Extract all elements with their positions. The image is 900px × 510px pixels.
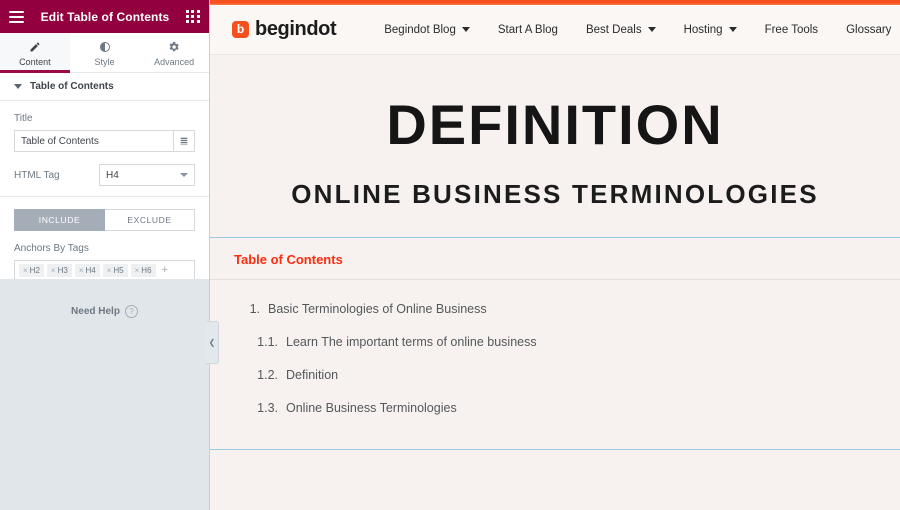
nav-label: Best Deals (585, 23, 642, 36)
anchor-tag: × H2 (19, 264, 44, 277)
html-tag-select[interactable]: H4 (99, 164, 195, 186)
database-icon[interactable] (173, 130, 195, 152)
panel-tabs: Content Style Advanced (0, 33, 209, 73)
need-help-label: Need Help (71, 305, 120, 317)
tab-advanced-label: Advanced (154, 56, 195, 67)
toc-item[interactable]: 1.3. Online Business Terminologies (234, 401, 876, 415)
close-icon[interactable]: × (51, 266, 56, 275)
chevron-down-icon (728, 27, 737, 32)
section-table-of-contents[interactable]: Table of Contents (0, 73, 209, 101)
tab-advanced[interactable]: Advanced (139, 33, 209, 72)
nav-item-start-a-blog[interactable]: Start A Blog (498, 24, 558, 36)
tab-style-label: Style (94, 56, 115, 67)
toc-item-number: 1.3. (257, 401, 278, 415)
chevron-down-icon (14, 84, 22, 89)
tab-style[interactable]: Style (70, 33, 140, 72)
nav-label: Glossary (846, 23, 892, 36)
elementor-editor-screen: Edit Table of Contents Content Style Adv… (0, 0, 900, 510)
exclude-button[interactable]: EXCLUDE (105, 209, 195, 231)
nav-label: Free Tools (764, 23, 819, 36)
section-title: Table of Contents (30, 81, 114, 92)
control-group-anchors: INCLUDE EXCLUDE Anchors By Tags × H2 × H3 … (0, 197, 209, 279)
table-of-contents-widget[interactable]: Table of Contents 1. Basic Terminologies… (210, 237, 900, 450)
need-help-button[interactable]: Need Help ? (71, 304, 138, 318)
question-circle-icon[interactable]: ? (124, 304, 138, 318)
anchor-tags-box[interactable]: × H2 × H3 × H4 × H5 × H6 + (14, 260, 195, 279)
close-icon[interactable]: × (107, 266, 112, 275)
apps-grid-icon[interactable] (186, 10, 200, 23)
chevron-down-icon (180, 173, 188, 177)
panel-body: Table of Contents Title HTML Tag H4 (0, 73, 209, 279)
hero-section: DEFINITION ONLINE BUSINESS TERMINOLOGIES (210, 55, 900, 237)
toc-item-label[interactable]: Online Business Terminologies (286, 401, 457, 415)
chevron-down-icon (461, 27, 470, 32)
begindot-logo-icon: b (232, 21, 249, 38)
close-icon[interactable]: × (23, 266, 28, 275)
toc-item-number: 1.1. (257, 335, 278, 349)
html-tag-value: H4 (106, 169, 119, 181)
toc-item[interactable]: 1.2. Definition (234, 368, 876, 382)
title-label: Title (14, 113, 33, 124)
control-group-title: Title HTML Tag H4 (0, 101, 209, 197)
nav-item-free-tools[interactable]: Free Tools (765, 24, 818, 36)
chevron-down-icon (647, 27, 656, 32)
include-exclude-toggle: INCLUDE EXCLUDE (14, 209, 195, 231)
chevron-left-icon: ❮ (208, 337, 216, 347)
anchors-by-tags-label: Anchors By Tags (14, 243, 89, 254)
panel-collapse-handle[interactable]: ❮ (206, 321, 219, 364)
site-header: b begindot Begindot Blog Start A Blog Be… (210, 5, 900, 55)
add-tag-button[interactable]: + (159, 265, 171, 276)
html-tag-label: HTML Tag (14, 169, 60, 181)
gear-icon (168, 41, 180, 54)
toc-item-number: 1.2. (257, 368, 278, 382)
toc-item-label[interactable]: Learn The important terms of online busi… (286, 335, 537, 349)
toc-item[interactable]: 1. Basic Terminologies of Online Busines… (234, 302, 876, 316)
anchor-tag-label: H3 (57, 266, 68, 275)
panel-title: Edit Table of Contents (40, 9, 170, 24)
toc-item-number: 1. (249, 302, 260, 316)
include-button[interactable]: INCLUDE (14, 209, 105, 231)
nav-item-glossary[interactable]: Glossary (846, 24, 891, 36)
close-icon[interactable]: × (135, 266, 140, 275)
nav-item-best-deals[interactable]: Best Deals (586, 24, 656, 36)
panel-topbar: Edit Table of Contents (0, 0, 209, 33)
site-nav: Begindot Blog Start A Blog Best Deals Ho… (384, 24, 891, 36)
pencil-icon (29, 41, 41, 54)
title-input[interactable] (14, 130, 173, 152)
tab-content[interactable]: Content (0, 33, 70, 73)
contrast-icon (99, 41, 111, 54)
page-subtitle: ONLINE BUSINESS TERMINOLOGIES (291, 179, 819, 209)
page-title: DEFINITION (386, 93, 724, 156)
title-input-row (14, 130, 195, 152)
toc-item[interactable]: 1.1. Learn The important terms of online… (234, 335, 876, 349)
nav-label: Begindot Blog (384, 23, 456, 36)
anchor-tag-label: H5 (113, 266, 124, 275)
anchor-tag: × H4 (74, 264, 100, 277)
nav-item-begindot-blog[interactable]: Begindot Blog (384, 24, 470, 36)
site-logo-text: begindot (255, 18, 337, 40)
anchor-tag-label: H4 (85, 266, 96, 275)
toc-body: 1. Basic Terminologies of Online Busines… (210, 280, 900, 449)
toc-title: Table of Contents (234, 252, 343, 267)
editor-panel: Edit Table of Contents Content Style Adv… (0, 0, 210, 510)
nav-label: Hosting (683, 23, 723, 36)
site-logo[interactable]: b begindot (232, 18, 337, 41)
anchor-tag-label: H2 (29, 266, 40, 275)
anchor-tag-label: H6 (141, 266, 152, 275)
toc-item-label[interactable]: Definition (286, 368, 338, 382)
nav-item-hosting[interactable]: Hosting (684, 24, 737, 36)
toc-list: 1. Basic Terminologies of Online Busines… (234, 302, 876, 415)
anchor-tag: × H3 (46, 264, 72, 277)
html-tag-row: HTML Tag H4 (14, 164, 195, 186)
hamburger-menu-icon[interactable] (9, 10, 24, 23)
close-icon[interactable]: × (79, 266, 84, 275)
panel-footer: Need Help ? (0, 278, 209, 510)
nav-label: Start A Blog (497, 23, 558, 36)
toc-item-label[interactable]: Basic Terminologies of Online Business (268, 302, 487, 316)
site-preview: b begindot Begindot Blog Start A Blog Be… (210, 0, 900, 510)
anchor-tag: × H5 (102, 264, 128, 277)
tab-content-label: Content (19, 56, 51, 67)
toc-header: Table of Contents (210, 238, 900, 280)
anchor-tag: × H6 (130, 264, 156, 277)
